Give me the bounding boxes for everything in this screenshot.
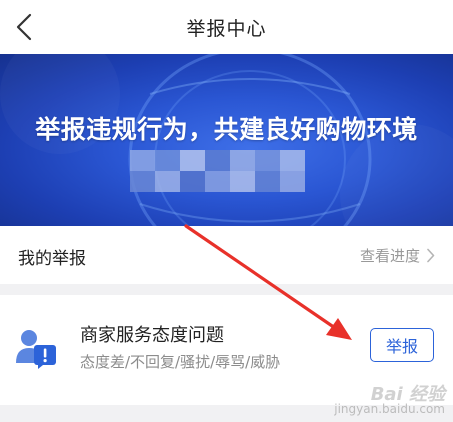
chevron-right-icon bbox=[427, 248, 435, 263]
banner: 举报违规行为，共建良好购物环境 bbox=[0, 54, 453, 226]
view-progress-link[interactable]: 查看进度 bbox=[360, 245, 435, 266]
view-progress-label: 查看进度 bbox=[359, 247, 420, 265]
issue-subtitle: 态度差/不回复/骚扰/辱骂/威胁 bbox=[80, 353, 281, 371]
blurred-text bbox=[130, 150, 305, 192]
my-reports-row[interactable]: 我的举报 查看进度 bbox=[0, 226, 453, 284]
watermark-brand: Bai 经验 bbox=[370, 384, 445, 405]
report-button[interactable]: 举报 bbox=[370, 328, 434, 362]
top-bar: 举报中心 bbox=[0, 0, 453, 54]
banner-slogan: 举报违规行为，共建良好购物环境 bbox=[35, 115, 418, 144]
watermark: Bai 经验 jingyan.baidu.com bbox=[334, 384, 445, 417]
watermark-url: jingyan.baidu.com bbox=[334, 402, 445, 416]
my-reports-label: 我的举报 bbox=[18, 249, 86, 269]
user-alert-icon bbox=[16, 330, 56, 369]
page-title: 举报中心 bbox=[186, 18, 267, 40]
issue-title: 商家服务态度问题 bbox=[80, 325, 224, 346]
